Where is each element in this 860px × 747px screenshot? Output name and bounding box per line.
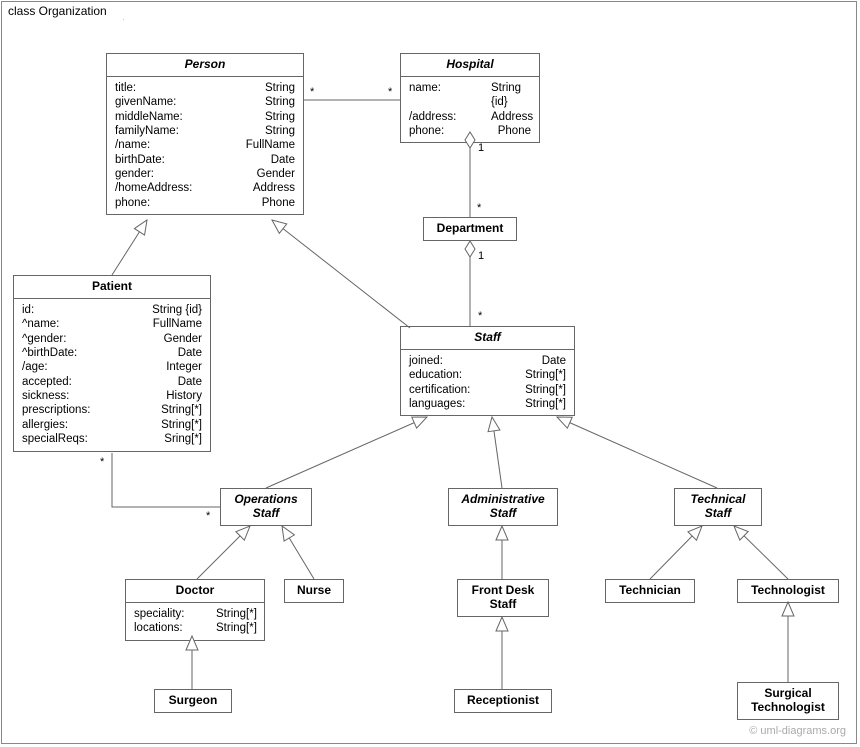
class-surgeon: Surgeon	[154, 689, 232, 713]
package-frame: class Organization Person title:String g…	[1, 1, 857, 744]
mult-person-hospital-left: *	[310, 86, 314, 98]
class-patient-body: id:String {id} ^name:FullName ^gender:Ge…	[14, 299, 210, 451]
class-person-body: title:String givenName:String middleName…	[107, 77, 303, 214]
class-doctor: Doctor speciality:String[*] locations:St…	[125, 579, 265, 641]
mult-patient-ops-top: *	[100, 456, 104, 468]
class-administrative-staff: Administrative Staff	[448, 488, 558, 526]
class-technical-staff: Technical Staff	[674, 488, 762, 526]
class-department: Department	[423, 217, 517, 241]
class-hospital-title: Hospital	[401, 54, 539, 77]
class-surgical-technologist-title: Surgical Technologist	[738, 683, 838, 719]
class-staff-title: Staff	[401, 327, 574, 350]
class-operations-staff: Operations Staff	[220, 488, 312, 526]
class-technician-title: Technician	[606, 580, 694, 602]
class-frontdesk-staff: Front Desk Staff	[457, 579, 549, 617]
class-person-title: Person	[107, 54, 303, 77]
class-patient-title: Patient	[14, 276, 210, 299]
class-technologist-title: Technologist	[738, 580, 838, 602]
frame-title-tab: class Organization	[1, 1, 124, 20]
class-surgeon-title: Surgeon	[155, 690, 231, 712]
class-hospital: Hospital name:String {id} /address:Addre…	[400, 53, 540, 143]
class-nurse: Nurse	[284, 579, 344, 603]
mult-person-hospital-right: *	[388, 86, 392, 98]
class-person: Person title:String givenName:String mid…	[106, 53, 304, 215]
frame-title: class Organization	[8, 4, 107, 18]
mult-dept-staff-one: 1	[478, 250, 484, 262]
class-hospital-body: name:String {id} /address:Address phone:…	[401, 77, 539, 143]
mult-hospital-dept-star: *	[477, 202, 481, 214]
class-operations-staff-title: Operations Staff	[221, 489, 311, 525]
mult-patient-ops-bot: *	[206, 510, 210, 522]
class-technical-staff-title: Technical Staff	[675, 489, 761, 525]
mult-dept-staff-star: *	[478, 310, 482, 322]
class-receptionist: Receptionist	[454, 689, 552, 713]
class-staff-body: joined:Date education:String[*] certific…	[401, 350, 574, 416]
class-receptionist-title: Receptionist	[455, 690, 551, 712]
class-doctor-body: speciality:String[*] locations:String[*]	[126, 603, 264, 640]
class-doctor-title: Doctor	[126, 580, 264, 603]
class-patient: Patient id:String {id} ^name:FullName ^g…	[13, 275, 211, 452]
mult-hospital-dept-one: 1	[478, 142, 484, 154]
class-staff: Staff joined:Date education:String[*] ce…	[400, 326, 575, 416]
class-surgical-technologist: Surgical Technologist	[737, 682, 839, 720]
class-administrative-staff-title: Administrative Staff	[449, 489, 557, 525]
class-department-title: Department	[424, 218, 516, 240]
class-technologist: Technologist	[737, 579, 839, 603]
class-technician: Technician	[605, 579, 695, 603]
class-frontdesk-staff-title: Front Desk Staff	[458, 580, 548, 616]
class-nurse-title: Nurse	[285, 580, 343, 602]
watermark: © uml-diagrams.org	[749, 725, 846, 737]
